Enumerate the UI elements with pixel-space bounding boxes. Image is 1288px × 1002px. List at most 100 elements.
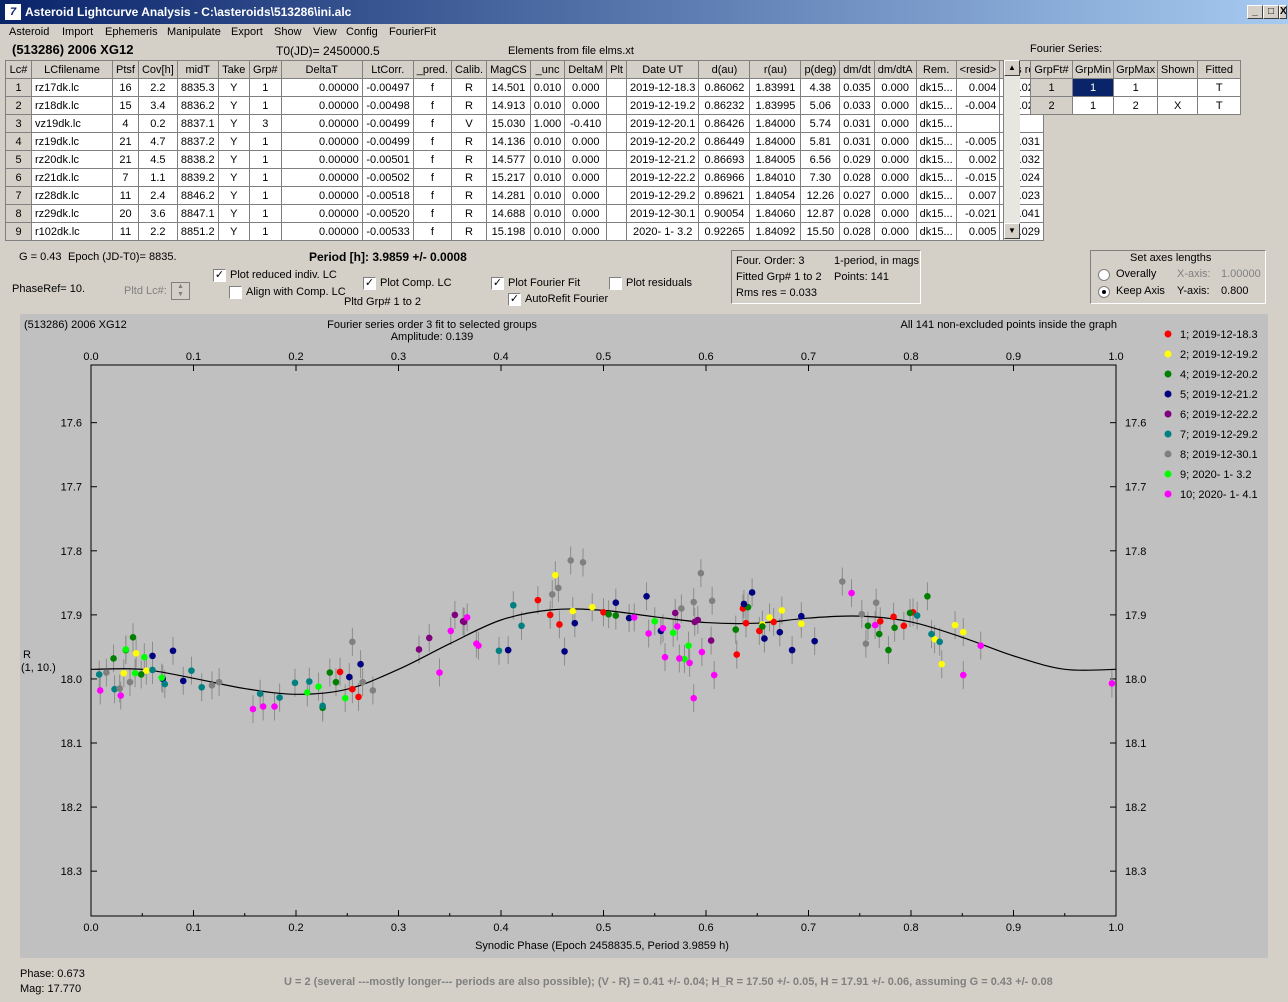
table-cell[interactable]: 0.89621 [698, 186, 751, 205]
table-cell[interactable]: 0.029 [839, 150, 875, 169]
column-header[interactable]: midT [176, 60, 219, 79]
table-cell[interactable]: dk15... [915, 222, 957, 241]
table-cell[interactable]: vz19dk.lc [31, 114, 113, 133]
fourier-column-header[interactable]: GrpMin [1071, 60, 1115, 79]
table-cell[interactable]: 1.84005 [749, 150, 802, 169]
table-cell[interactable]: 0.010 [529, 78, 566, 97]
table-cell[interactable]: 0.007 [955, 186, 1001, 205]
column-header[interactable]: Plt [606, 60, 627, 79]
table-cell[interactable]: 0.86062 [698, 78, 751, 97]
table-cell[interactable]: 0.000 [873, 114, 917, 133]
table-cell[interactable]: 4.5 [137, 150, 178, 169]
menu-show[interactable]: Show [274, 26, 302, 38]
table-cell[interactable] [606, 168, 627, 187]
table-cell[interactable]: 0.004 [955, 78, 1001, 97]
table-cell[interactable]: 7 [5, 186, 32, 205]
table-cell[interactable]: 0.86693 [698, 150, 751, 169]
table-cell[interactable]: 0.031 [839, 114, 875, 133]
table-cell[interactable]: rz29dk.lc [31, 204, 113, 223]
lightcurve-chart[interactable]: (513286) 2006 XG12 Fourier series order … [20, 314, 1268, 958]
table-row[interactable]: 8 rz29dk.lc 20 3.6 8847.1 Y 1 0.00000 -0.00520 f R… [5, 204, 1045, 223]
table-cell[interactable] [606, 150, 627, 169]
table-cell[interactable] [606, 96, 627, 115]
table-cell[interactable]: 8835.3 [176, 78, 219, 97]
table-cell[interactable]: 1 [248, 78, 282, 97]
table-cell[interactable]: 0.92265 [698, 222, 751, 241]
table-cell[interactable]: 0.000 [564, 132, 608, 151]
table-cell[interactable]: 8839.2 [176, 168, 219, 187]
table-cell[interactable]: 20 [112, 204, 139, 223]
table-cell[interactable]: 8846.2 [176, 186, 219, 205]
fourier-column-header[interactable]: Shown [1157, 60, 1199, 79]
column-header[interactable]: LCfilename [31, 60, 113, 79]
column-header[interactable]: Date UT [625, 60, 700, 79]
table-cell[interactable]: 0.000 [564, 96, 608, 115]
table-cell[interactable]: -0.004 [955, 96, 1001, 115]
table-cell[interactable]: 14.577 [486, 150, 531, 169]
table-cell[interactable]: 1.1 [137, 168, 178, 187]
table-cell[interactable]: Y [217, 96, 250, 115]
table-cell[interactable]: 0.000 [564, 186, 608, 205]
close-button[interactable]: X [1279, 5, 1287, 19]
table-cell[interactable]: -0.410 [564, 114, 608, 133]
table-cell[interactable]: dk15... [915, 114, 957, 133]
table-cell[interactable]: 8838.2 [176, 150, 219, 169]
table-cell[interactable]: r102dk.lc [31, 222, 113, 241]
table-row[interactable]: 4 rz19dk.lc 21 4.7 8837.2 Y 1 0.00000 -0.00499 f R… [5, 132, 1045, 151]
table-cell[interactable]: 5.06 [800, 96, 841, 115]
column-header[interactable]: LtCorr. [361, 60, 414, 79]
table-cell[interactable] [606, 204, 627, 223]
table-cell[interactable]: 0.000 [873, 150, 917, 169]
table-cell[interactable]: Y [217, 204, 250, 223]
column-header[interactable]: Grp# [248, 60, 282, 79]
table-cell[interactable]: 8851.2 [176, 222, 219, 241]
y-axis-value[interactable]: 0.800 [1221, 285, 1249, 297]
table-cell[interactable]: -0.00518 [361, 186, 414, 205]
column-header[interactable]: _pred. [412, 60, 452, 79]
table-cell[interactable]: 0.010 [529, 222, 566, 241]
table-cell[interactable] [606, 186, 627, 205]
table-cell[interactable]: -0.00497 [361, 78, 414, 97]
table-cell[interactable]: 0.000 [873, 186, 917, 205]
table-cell[interactable]: -0.00520 [361, 204, 414, 223]
table-cell[interactable]: 0.005 [955, 222, 1001, 241]
table-cell[interactable]: 0.000 [564, 222, 608, 241]
table-cell[interactable]: 2019-12-19.2 [625, 96, 700, 115]
table-cell[interactable]: 15 [112, 96, 139, 115]
table-cell[interactable]: 7.30 [800, 168, 841, 187]
minimize-button[interactable]: _ [1247, 5, 1263, 19]
fourier-cell[interactable]: T [1197, 96, 1242, 115]
table-cell[interactable]: 0.028 [839, 204, 875, 223]
table-cell[interactable]: 2 [5, 96, 32, 115]
table-cell[interactable]: 1.83995 [749, 96, 802, 115]
column-header[interactable]: dm/dtA [873, 60, 917, 79]
fourier-column-header[interactable]: GrpMax [1113, 60, 1159, 79]
table-cell[interactable]: 1.84000 [749, 132, 802, 151]
table-cell[interactable]: 3.4 [137, 96, 178, 115]
table-cell[interactable]: -0.00499 [361, 114, 414, 133]
column-header[interactable]: Take [217, 60, 250, 79]
menu-view[interactable]: View [313, 26, 337, 38]
table-cell[interactable]: 2019-12-30.1 [625, 204, 700, 223]
table-cell[interactable]: 0.00000 [280, 186, 363, 205]
pltd-lc-spinner[interactable]: ▲ ▼ [171, 282, 190, 300]
column-header[interactable]: Cov[h] [137, 60, 178, 79]
table-cell[interactable]: 9 [5, 222, 32, 241]
column-header[interactable]: Rem. [915, 60, 957, 79]
table-cell[interactable] [955, 114, 1001, 133]
column-header[interactable]: Lc# [5, 60, 32, 79]
table-cell[interactable]: 1 [5, 78, 32, 97]
table-cell[interactable]: 3.6 [137, 204, 178, 223]
table-cell[interactable]: f [412, 168, 452, 187]
table-cell[interactable]: 8837.1 [176, 114, 219, 133]
table-cell[interactable]: 1.84054 [749, 186, 802, 205]
menu-import[interactable]: Import [62, 26, 93, 38]
table-cell[interactable]: f [412, 114, 452, 133]
table-cell[interactable]: 2019-12-18.3 [625, 78, 700, 97]
table-cell[interactable]: 0.010 [529, 204, 566, 223]
table-cell[interactable]: -0.015 [955, 168, 1001, 187]
table-cell[interactable]: dk15... [915, 78, 957, 97]
fourier-row[interactable]: 111T [1030, 78, 1242, 97]
table-cell[interactable]: rz18dk.lc [31, 96, 113, 115]
table-cell[interactable]: f [412, 222, 452, 241]
